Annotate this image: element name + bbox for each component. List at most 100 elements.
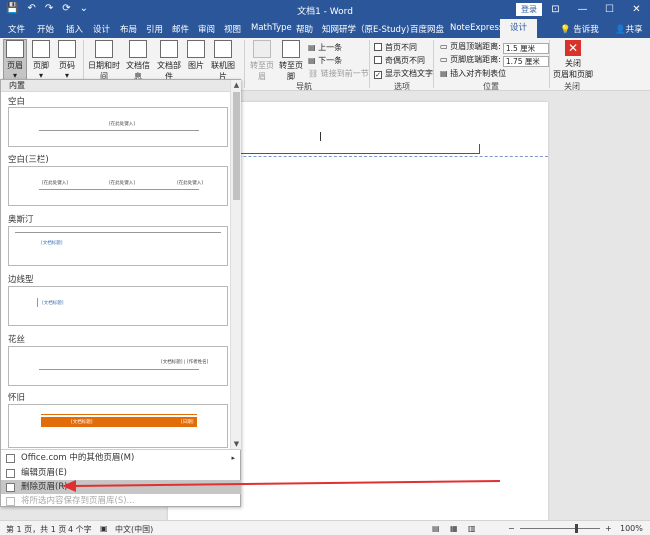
close-header-footer-button[interactable]: ✕ 关闭 页眉和页脚 xyxy=(553,40,593,80)
proofing-icon[interactable]: ▣ xyxy=(100,524,108,533)
arrow-down-icon: ▤ xyxy=(308,56,319,65)
orange-band: [文档标题] [日期] xyxy=(41,417,197,427)
zoom-level[interactable]: 100% xyxy=(620,524,643,533)
doc-parts-button[interactable]: 文档部件 xyxy=(154,40,184,82)
language[interactable]: 中文(中国) xyxy=(115,524,153,535)
group-separator xyxy=(369,40,370,88)
gallery-item-label: 怀旧 xyxy=(8,393,26,403)
placeholder-text: [日期] xyxy=(181,420,194,425)
date-time-button[interactable]: 日期和时间 xyxy=(86,40,122,82)
scrollbar-thumb[interactable] xyxy=(233,92,240,200)
title-bar: 💾 ↶ ↷ ⟳ ⌄ 文档1 - Word 登录 ⊡ — ☐ ✕ xyxy=(0,0,650,19)
tell-me-search[interactable]: 💡 告诉我 xyxy=(560,23,599,35)
web-layout-icon[interactable]: ▥ xyxy=(468,524,476,533)
maximize-button[interactable]: ☐ xyxy=(596,0,623,19)
header-rule xyxy=(39,369,199,370)
footer-label: 页脚 xyxy=(33,61,49,70)
save-to-gallery-label: 将所选内容保存到页眉库(S)... xyxy=(21,496,135,506)
show-doc-text-checkbox[interactable]: ✓ 显示文档文字 xyxy=(374,68,433,79)
zoom-out-button[interactable]: − xyxy=(508,524,515,533)
picture-label: 图片 xyxy=(188,61,204,70)
gallery-scrollbar[interactable]: ▲ ▼ xyxy=(230,80,241,449)
gallery-item-label: 奥斯汀 xyxy=(8,215,34,225)
share-button[interactable]: 👤共享 xyxy=(615,23,643,35)
tab-references[interactable]: 引用 xyxy=(146,23,163,35)
scroll-down-icon[interactable]: ▼ xyxy=(231,439,242,449)
close-window-button[interactable]: ✕ xyxy=(623,0,650,19)
gallery-item-sideline[interactable]: [文档标题] xyxy=(8,286,228,326)
tab-view[interactable]: 视图 xyxy=(224,23,241,35)
tab-mailings[interactable]: 邮件 xyxy=(172,23,189,35)
placeholder-text: [在此处键入] xyxy=(109,122,136,127)
tab-home[interactable]: 开始 xyxy=(37,23,54,35)
word-count[interactable]: 4 个字 xyxy=(68,524,92,535)
page-count[interactable]: 第 1 页，共 1 页 xyxy=(6,524,66,535)
page-number-icon xyxy=(58,40,76,58)
zoom-slider[interactable] xyxy=(520,528,600,529)
position-group-label: 位置 xyxy=(483,82,499,91)
header-top-distance: ▭ 页眉顶端距离: 1.5 厘米 xyxy=(440,41,549,54)
login-button[interactable]: 登录 xyxy=(516,3,542,16)
save-to-gallery-menu-item[interactable]: 将所选内容保存到页眉库(S)... xyxy=(1,494,241,508)
tab-noteexpress[interactable]: NoteExpress xyxy=(450,23,503,33)
gallery-item-blank[interactable]: [在此处键入] xyxy=(8,107,228,147)
header-top-spinner[interactable]: 1.5 厘米 xyxy=(502,43,549,54)
insert-align-tab-button[interactable]: ▤ 插入对齐制表位 xyxy=(440,68,506,79)
page-number-button[interactable]: 页码 ▾ xyxy=(56,40,78,80)
goto-header-icon xyxy=(253,40,271,58)
goto-header-button[interactable]: 转至页眉 xyxy=(248,40,276,82)
close-label-2: 页眉和页脚 xyxy=(553,70,593,79)
gallery-item-austin[interactable]: [文档标题] xyxy=(8,226,228,266)
tab-layout[interactable]: 布局 xyxy=(120,23,137,35)
footer-bottom-spinner[interactable]: 1.75 厘米 xyxy=(502,56,549,67)
prev-label: 上一条 xyxy=(318,43,343,52)
tab-file[interactable]: 文件 xyxy=(8,23,25,35)
next-section-button[interactable]: ▤ 下一条 xyxy=(308,55,342,66)
tab-insert[interactable]: 插入 xyxy=(66,23,83,35)
diff-odd-even-label: 奇偶页不同 xyxy=(385,56,425,65)
edit-header-menu-item[interactable]: 编辑页眉(E) xyxy=(1,466,241,480)
gallery-item-blank-three-column[interactable]: [在此处键入] [在此处键入] [在此处键入] xyxy=(8,166,228,206)
diff-odd-even-checkbox[interactable]: 奇偶页不同 xyxy=(374,55,425,66)
header-rule xyxy=(39,189,199,190)
gallery-item-filigree[interactable]: [文档标题] | [作者姓名] xyxy=(8,346,228,386)
tab-mathtype[interactable]: MathType xyxy=(251,23,292,33)
picture-button[interactable]: 图片 xyxy=(186,40,206,71)
footer-button[interactable]: 页脚 ▾ xyxy=(30,40,52,80)
checkbox-icon xyxy=(374,56,382,64)
tab-design[interactable]: 设计 xyxy=(93,23,110,35)
more-headers-label: Office.com 中的其他页眉(M) xyxy=(21,453,135,463)
gallery-item-label: 边线型 xyxy=(8,275,34,285)
window-controls: ⊡ — ☐ ✕ xyxy=(542,0,650,19)
tab-baidu-netdisk[interactable]: 百度网盘 xyxy=(410,23,444,35)
checkbox-checked-icon: ✓ xyxy=(374,71,382,79)
online-picture-button[interactable]: 联机图片 xyxy=(208,40,238,82)
header-button[interactable]: 页眉 ▾ xyxy=(3,39,27,84)
tab-help[interactable]: 帮助 xyxy=(296,23,313,35)
group-separator xyxy=(433,40,434,88)
tab-header-footer-design[interactable]: 设计 xyxy=(500,19,538,38)
placeholder-text: [文档标题] xyxy=(71,420,93,425)
date-time-label: 日期和时间 xyxy=(88,61,120,81)
zoom-slider-thumb[interactable] xyxy=(575,524,578,533)
nav-group-label: 导航 xyxy=(296,82,312,91)
gallery-item-retrospect[interactable]: [文档标题] [日期] xyxy=(8,404,228,448)
prev-section-button[interactable]: ▤ 上一条 xyxy=(308,42,342,53)
tab-review[interactable]: 审阅 xyxy=(198,23,215,35)
header-icon xyxy=(6,40,24,58)
text-cursor xyxy=(320,132,321,141)
ribbon-display-options-icon[interactable]: ⊡ xyxy=(542,0,569,19)
read-mode-icon[interactable]: ▤ xyxy=(432,524,440,533)
goto-footer-button[interactable]: 转至页脚 xyxy=(277,40,305,82)
page-number-label: 页码 xyxy=(59,61,75,70)
print-layout-icon[interactable]: ▦ xyxy=(450,524,458,533)
minimize-button[interactable]: — xyxy=(569,0,596,19)
doc-info-button[interactable]: 文档信息 xyxy=(123,40,153,82)
more-headers-office-com[interactable]: Office.com 中的其他页眉(M) ▸ xyxy=(1,451,241,465)
scroll-up-icon[interactable]: ▲ xyxy=(231,80,242,90)
tab-estudy[interactable]: 知网研学（原E-Study) xyxy=(322,23,409,35)
link-previous-button[interactable]: ⛓ 链接到前一节 xyxy=(308,68,369,79)
submenu-arrow-icon: ▸ xyxy=(231,454,235,462)
zoom-in-button[interactable]: + xyxy=(605,524,612,533)
diff-first-page-checkbox[interactable]: 首页不同 xyxy=(374,42,417,53)
